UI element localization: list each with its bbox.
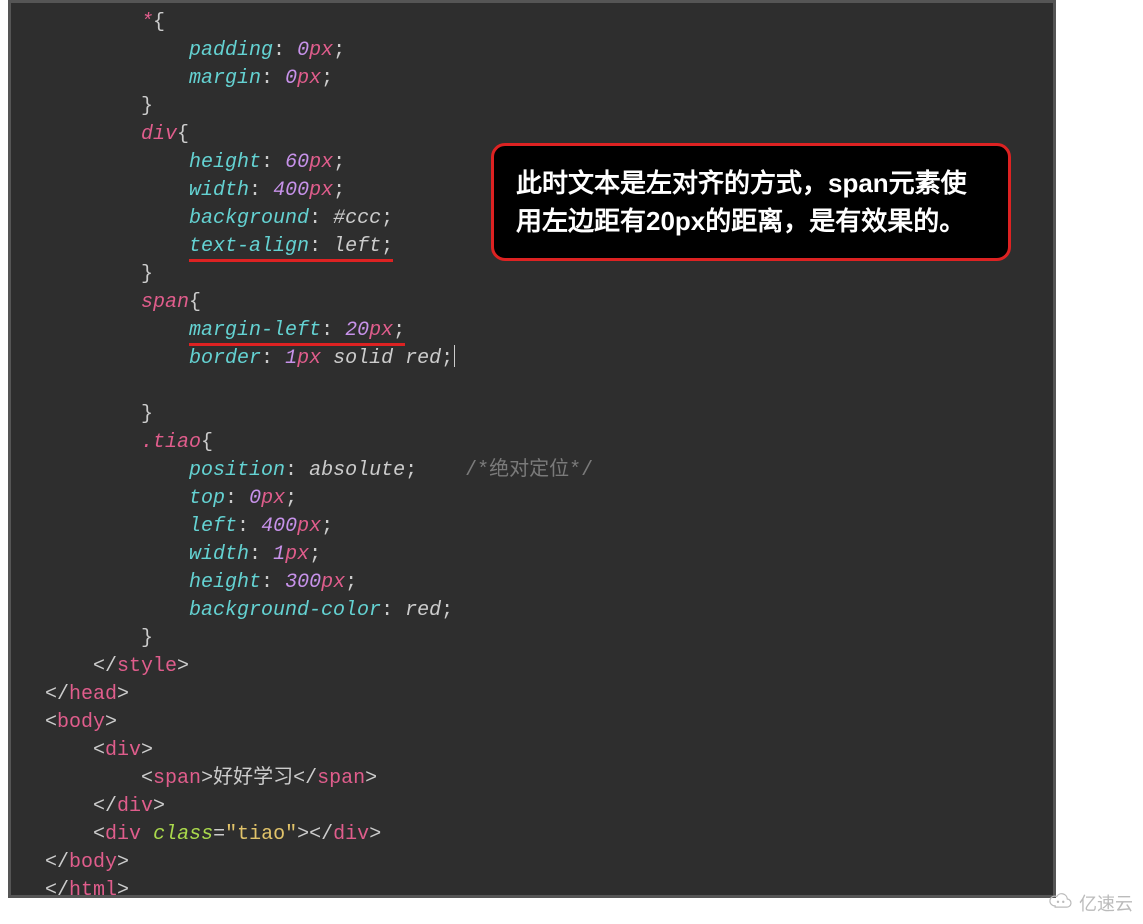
code-line: position: absolute; /*绝对定位*/	[11, 457, 1053, 485]
code-line: }	[11, 93, 1053, 121]
code-line: }	[11, 261, 1053, 289]
watermark-text: 亿速云	[1079, 890, 1133, 916]
code-line: padding: 0px;	[11, 37, 1053, 65]
code-line: width: 1px;	[11, 541, 1053, 569]
code-line: </body>	[11, 849, 1053, 877]
code-line: <div class="tiao"></div>	[11, 821, 1053, 849]
code-line: </div>	[11, 793, 1053, 821]
code-line: border: 1px solid red;	[11, 345, 1053, 373]
cloud-icon	[1047, 892, 1073, 915]
code-line: }	[11, 401, 1053, 429]
code-line: </head>	[11, 681, 1053, 709]
code-line: left: 400px;	[11, 513, 1053, 541]
code-line: }	[11, 625, 1053, 653]
code-line: .tiao{	[11, 429, 1053, 457]
code-line: background-color: red;	[11, 597, 1053, 625]
text-cursor	[454, 345, 455, 367]
code-editor[interactable]: *{ padding: 0px; margin: 0px; } div{ hei…	[8, 0, 1056, 898]
watermark: 亿速云	[1047, 890, 1133, 916]
code-line	[11, 373, 1053, 401]
code-line: <body>	[11, 709, 1053, 737]
code-line: <span>好好学习</span>	[11, 765, 1053, 793]
code-line: </html>	[11, 877, 1053, 898]
code-line: *{	[11, 9, 1053, 37]
code-line: height: 300px;	[11, 569, 1053, 597]
code-line: </style>	[11, 653, 1053, 681]
code-line: margin-left: 20px;	[11, 317, 1053, 345]
code-line: top: 0px;	[11, 485, 1053, 513]
code-line: margin: 0px;	[11, 65, 1053, 93]
annotation-callout: 此时文本是左对齐的方式，span元素使用左边距有20px的距离，是有效果的。	[491, 143, 1011, 261]
code-line: <div>	[11, 737, 1053, 765]
code-line: span{	[11, 289, 1053, 317]
annotation-text: 此时文本是左对齐的方式，span元素使用左边距有20px的距离，是有效果的。	[516, 168, 967, 236]
